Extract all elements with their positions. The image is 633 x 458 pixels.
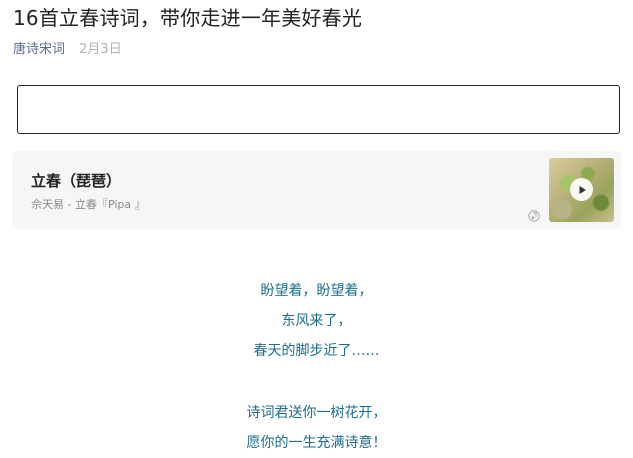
- poem-line: 盼望着，盼望着，: [260, 283, 373, 299]
- poem-line: 春天的脚步近了……: [253, 343, 380, 359]
- stanza-gap: [0, 366, 633, 398]
- song-title: 立春（琵琶）: [31, 172, 122, 190]
- album-cover[interactable]: [549, 158, 614, 222]
- publish-date: 2月3日: [79, 42, 122, 57]
- play-button[interactable]: [570, 178, 593, 201]
- empty-input-box[interactable]: [17, 85, 620, 134]
- account-name-link[interactable]: 唐诗宋词: [13, 42, 65, 57]
- poem-line: 诗词君送你一树花开，: [246, 405, 387, 421]
- article-meta: 唐诗宋词 2月3日: [13, 38, 122, 57]
- poem-line: 东风来了，: [281, 313, 352, 329]
- article-title: 16首立春诗词，带你走进一年美好春光: [13, 6, 363, 30]
- poem-block: 盼望着，盼望着， 东风来了， 春天的脚步近了…… 诗词君送你一树花开， 愿你的一…: [0, 276, 633, 458]
- song-artist: 佘天易 - 立春『Pipa 』: [31, 198, 146, 211]
- music-player-card[interactable]: 立春（琵琶） 佘天易 - 立春『Pipa 』: [12, 151, 621, 229]
- play-icon: [579, 185, 586, 194]
- music-note-icon: [528, 210, 540, 222]
